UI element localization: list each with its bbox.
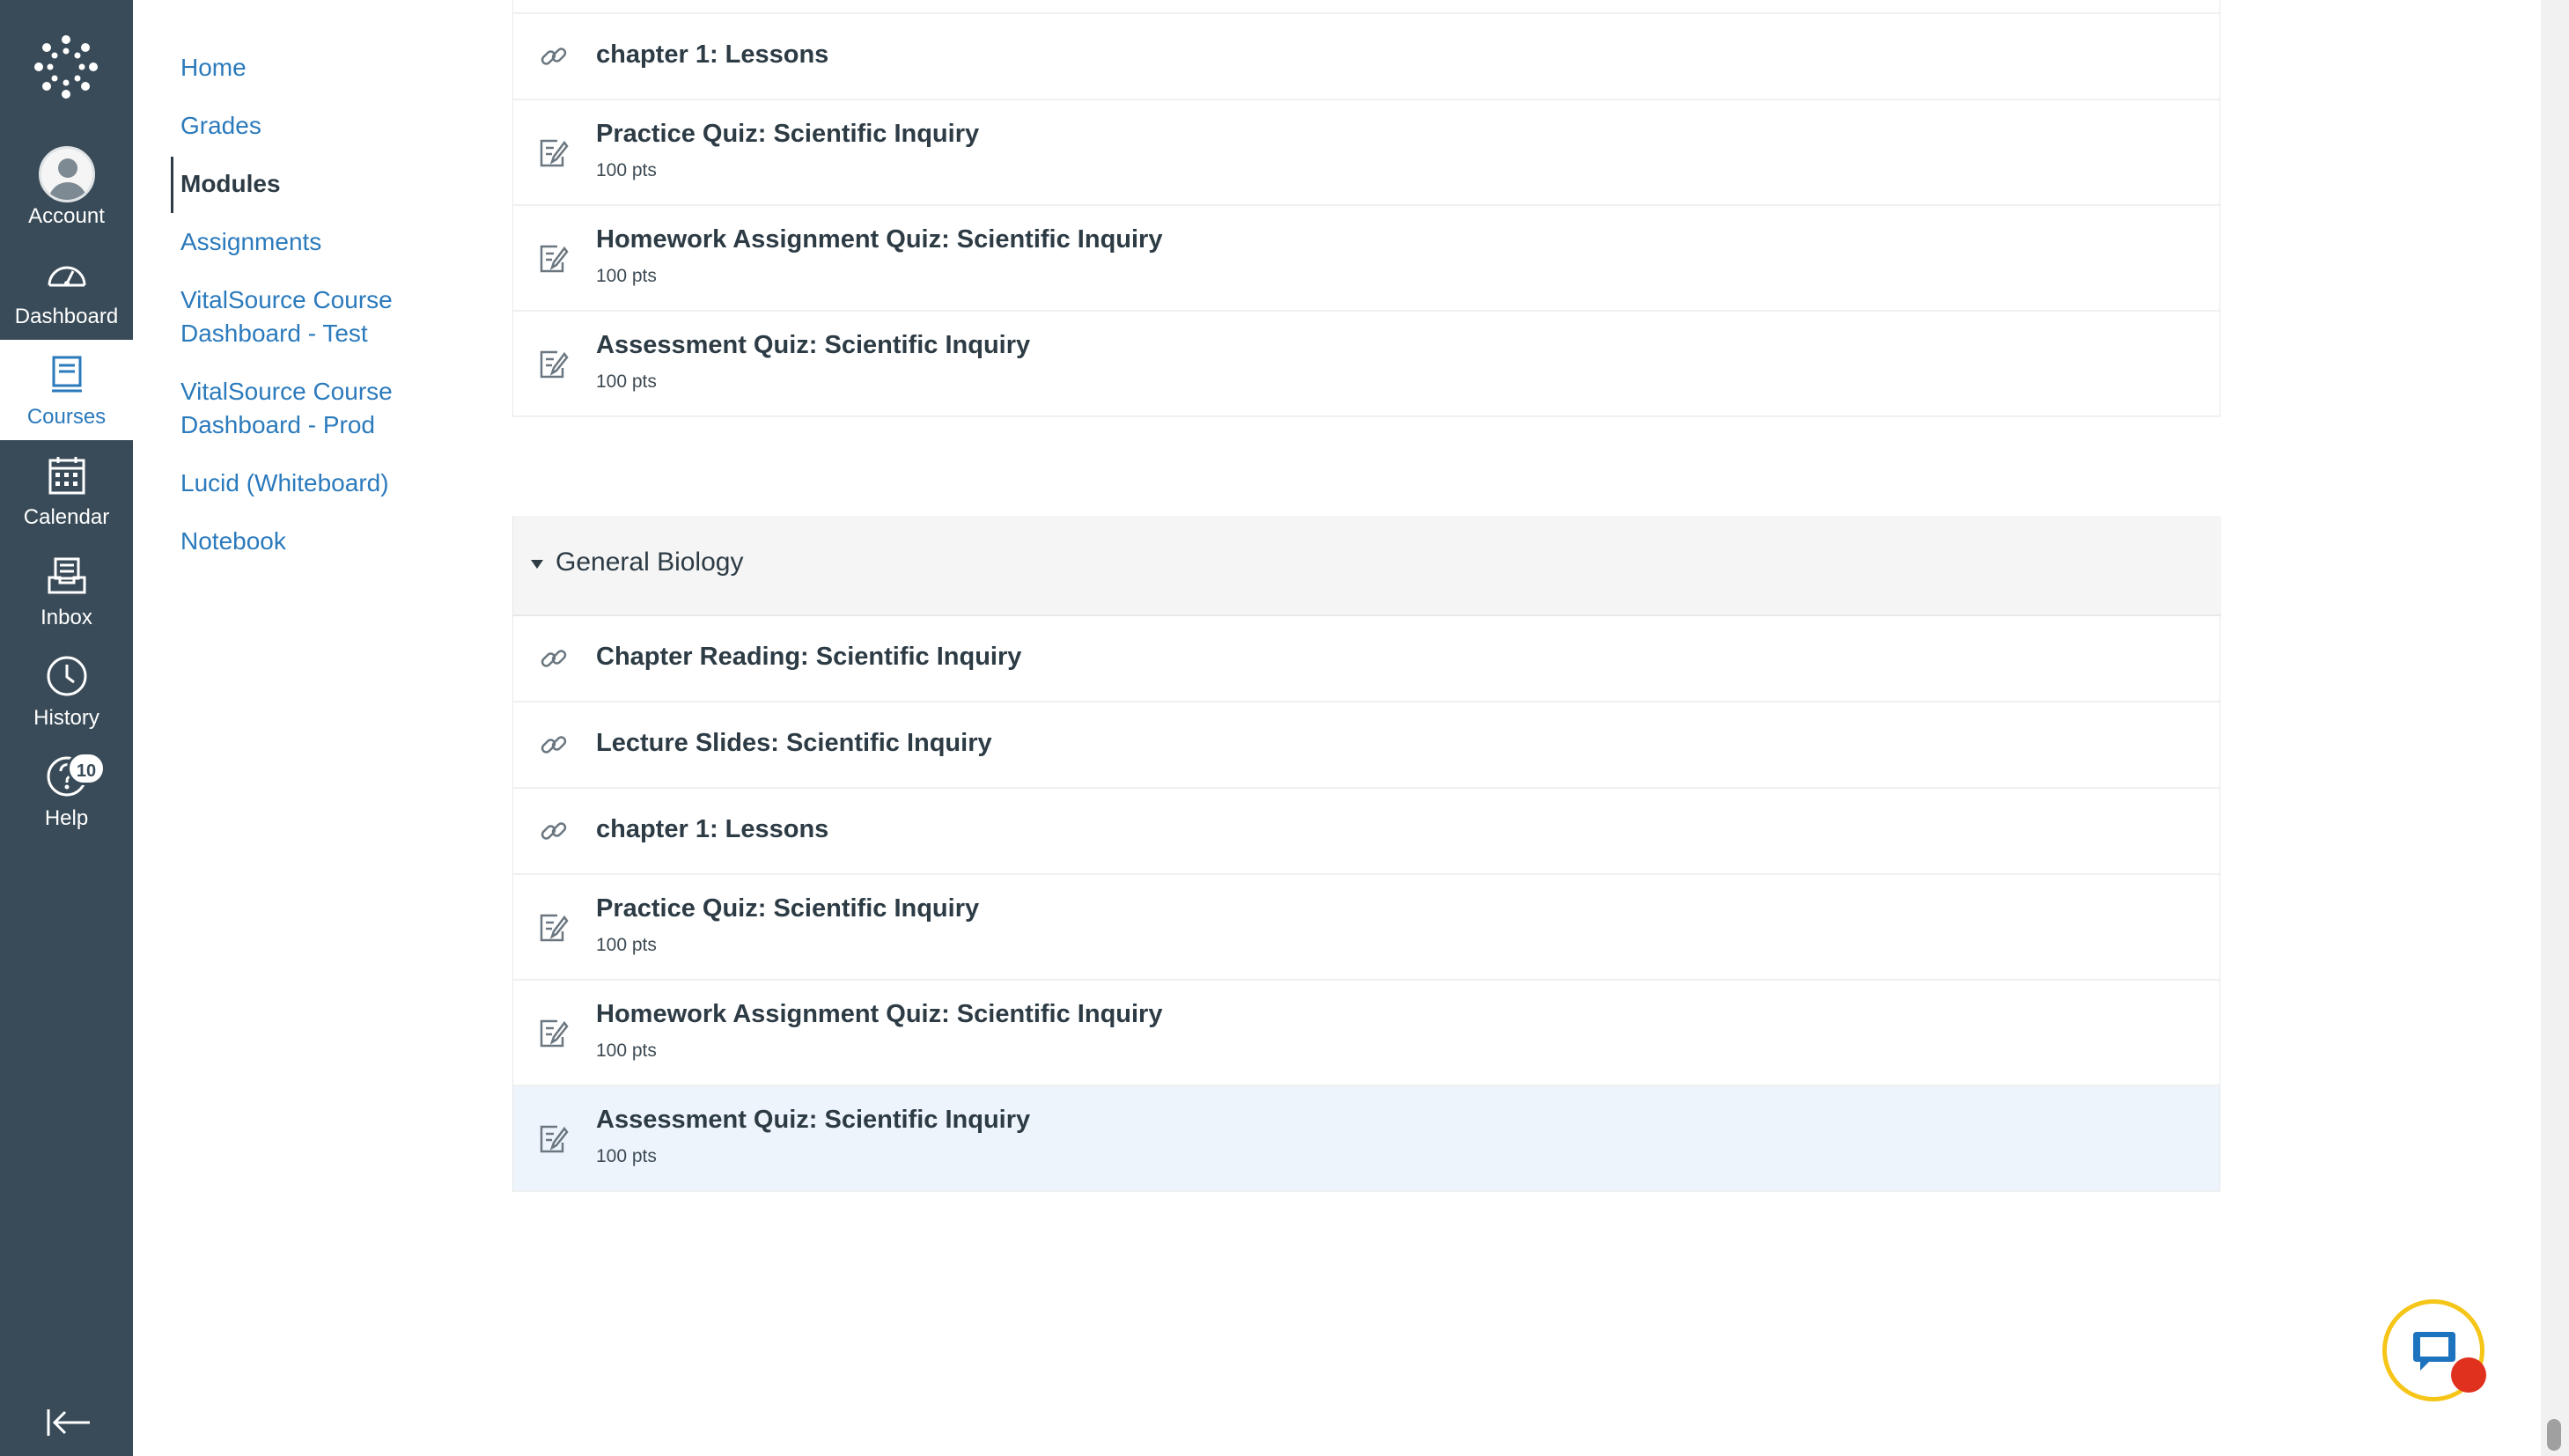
vs-test-line1: VitalSource Course — [180, 286, 393, 313]
vs-prod-line2: Dashboard - Prod — [180, 411, 376, 438]
nav-account-label: Account — [28, 204, 105, 228]
collapse-nav-icon[interactable] — [42, 1407, 97, 1438]
nav-account[interactable]: Account — [0, 139, 133, 239]
module-general-biology: General Biology Chapter Reading: Scienti… — [512, 516, 2221, 1192]
item-title[interactable]: Assessment Quiz: Scientific Inquiry — [596, 331, 1030, 360]
module-item[interactable]: chapter 1: Lessons — [513, 789, 2219, 875]
course-nav-assignments[interactable]: Assignments — [180, 225, 321, 259]
nav-history-label: History — [33, 706, 99, 730]
nav-inbox-label: Inbox — [40, 606, 92, 629]
canvas-logo-icon[interactable] — [33, 33, 99, 100]
quiz-icon — [540, 350, 569, 379]
avatar — [38, 146, 95, 202]
quiz-icon — [540, 1125, 569, 1153]
link-icon — [541, 736, 567, 754]
module-item[interactable]: chapter 1: Lessons — [513, 14, 2219, 100]
item-points: 100 pts — [596, 935, 657, 955]
link-icon — [541, 822, 567, 840]
courses-icon — [51, 356, 82, 393]
course-nav-vitalsource-prod[interactable]: VitalSource Course Dashboard - Prod — [180, 375, 393, 442]
course-nav-vitalsource-test[interactable]: VitalSource Course Dashboard - Test — [180, 283, 393, 350]
item-title[interactable]: chapter 1: Lessons — [596, 40, 828, 70]
quiz-icon — [540, 1019, 569, 1048]
nav-inbox[interactable]: Inbox — [0, 540, 133, 641]
module-item[interactable]: Homework Assignment Quiz: Scientific Inq… — [513, 206, 2219, 312]
dashboard-icon — [48, 266, 85, 287]
nav-dashboard-label: Dashboard — [14, 305, 119, 328]
module-previous: chapter 1: Lessons Practice Quiz: Scient… — [512, 0, 2220, 417]
scrollbar-track[interactable] — [2541, 0, 2569, 1456]
course-navigation: Home Grades Modules Assignments VitalSou… — [133, 0, 512, 1456]
clock-icon — [47, 656, 86, 696]
chat-notification-dot — [2451, 1357, 2486, 1393]
module-item[interactable]: Lecture Slides: Scientific Inquiry — [513, 702, 2219, 789]
global-navigation: Account Dashboard Courses Calendar Inbox… — [0, 0, 133, 1456]
nav-calendar-label: Calendar — [23, 505, 110, 529]
item-title[interactable]: chapter 1: Lessons — [596, 815, 828, 844]
collapse-triangle-icon[interactable] — [531, 560, 543, 569]
item-title[interactable]: Homework Assignment Quiz: Scientific Inq… — [596, 1000, 1162, 1029]
item-title[interactable]: Practice Quiz: Scientific Inquiry — [596, 894, 979, 923]
nav-help[interactable]: Help — [0, 741, 133, 842]
nav-calendar[interactable]: Calendar — [0, 440, 133, 540]
module-title: General Biology — [556, 548, 744, 577]
course-nav-lucid[interactable]: Lucid (Whiteboard) — [180, 467, 389, 500]
item-points: 100 pts — [596, 371, 657, 392]
item-title[interactable]: Lecture Slides: Scientific Inquiry — [596, 729, 992, 758]
calendar-icon — [48, 457, 85, 495]
module-item[interactable]: Practice Quiz: Scientific Inquiry 100 pt… — [513, 100, 2219, 206]
vs-test-line2: Dashboard - Test — [180, 320, 368, 347]
module-item[interactable]: Practice Quiz: Scientific Inquiry 100 pt… — [513, 875, 2219, 981]
quiz-icon — [540, 139, 569, 167]
course-nav-home[interactable]: Home — [180, 51, 247, 85]
item-title[interactable]: Practice Quiz: Scientific Inquiry — [596, 120, 979, 149]
scrollbar-thumb[interactable] — [2547, 1419, 2561, 1451]
item-points: 100 pts — [596, 160, 657, 180]
nav-courses[interactable]: Courses — [0, 340, 133, 440]
item-points: 100 pts — [596, 1041, 657, 1061]
course-nav-notebook[interactable]: Notebook — [180, 525, 286, 558]
item-title[interactable]: Homework Assignment Quiz: Scientific Inq… — [596, 225, 1162, 254]
vs-prod-line1: VitalSource Course — [180, 378, 393, 405]
nav-help-label: Help — [44, 806, 89, 830]
module-item[interactable]: Assessment Quiz: Scientific Inquiry 100 … — [513, 312, 2219, 417]
help-count-badge: 10 — [67, 752, 106, 785]
module-item[interactable]: Assessment Quiz: Scientific Inquiry 100 … — [513, 1086, 2219, 1192]
link-icon — [541, 48, 567, 65]
active-indicator — [171, 157, 173, 213]
quiz-icon — [540, 914, 569, 942]
quiz-icon — [540, 245, 569, 273]
module-item[interactable]: Homework Assignment Quiz: Scientific Inq… — [513, 981, 2219, 1086]
module-item[interactable]: Chapter Reading: Scientific Inquiry — [513, 616, 2219, 702]
item-points: 100 pts — [596, 266, 657, 286]
nav-dashboard[interactable]: Dashboard — [0, 239, 133, 340]
course-nav-modules[interactable]: Modules — [180, 167, 281, 201]
item-points: 100 pts — [596, 1146, 657, 1166]
course-nav-grades[interactable]: Grades — [180, 109, 261, 143]
item-title[interactable]: Chapter Reading: Scientific Inquiry — [596, 643, 1021, 672]
nav-history[interactable]: History — [0, 641, 133, 741]
module-header[interactable]: General Biology — [513, 516, 2221, 616]
item-title[interactable]: Assessment Quiz: Scientific Inquiry — [596, 1106, 1030, 1135]
nav-courses-label: Courses — [26, 405, 107, 429]
link-icon — [541, 650, 567, 667]
inbox-icon — [48, 557, 85, 594]
